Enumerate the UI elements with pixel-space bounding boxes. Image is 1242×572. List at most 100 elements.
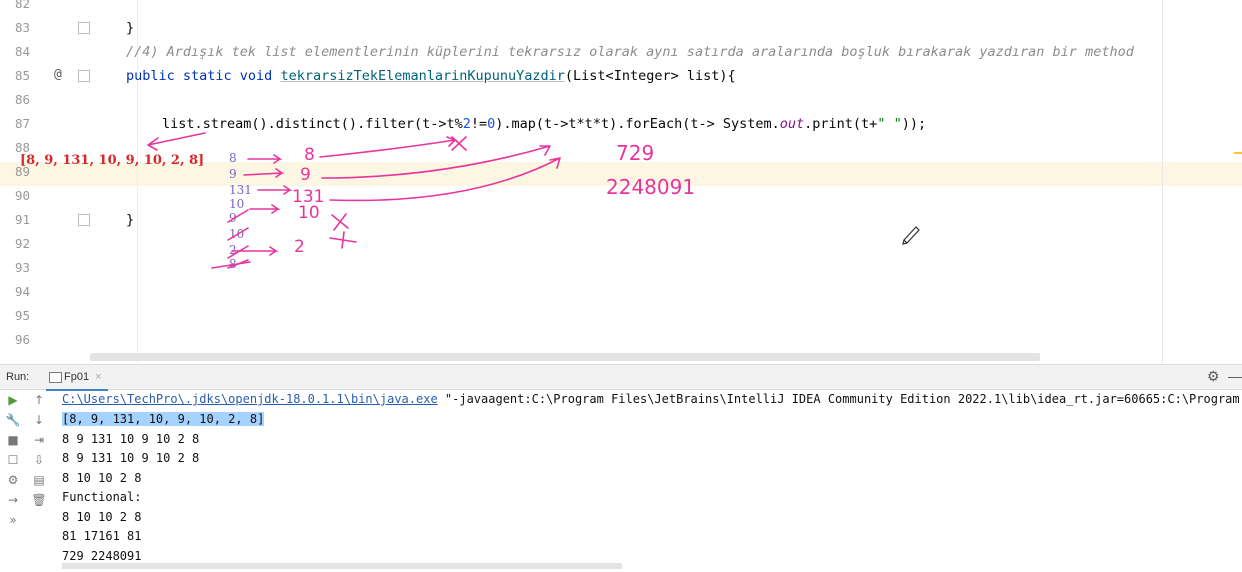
- close-icon[interactable]: ×: [95, 371, 101, 383]
- strike-9: [227, 209, 249, 223]
- code-static-field: out: [779, 116, 805, 132]
- line-number: 84: [14, 44, 30, 59]
- scroll-end-icon[interactable]: ⇩: [28, 453, 50, 467]
- code-segment: ));: [901, 116, 927, 132]
- line-number: 92: [14, 236, 30, 251]
- more-icon[interactable]: »: [2, 513, 24, 527]
- annotation-strokes: [147, 132, 561, 269]
- run-tool-window[interactable]: Run: Fp01 × ⚙ — ▶ 🔧 ■ ☐ ⚙ → » ↑ ↓ ⇥ ⇩ ▤ 🗑 C:\Users\T…: [0, 364, 1242, 572]
- code-number: 2: [462, 116, 471, 132]
- wrench-icon[interactable]: 🔧: [2, 413, 24, 427]
- exit-icon[interactable]: →: [2, 493, 24, 507]
- code-editor[interactable]: 82 83 84 85 86 87 88 89 90 91 92 93 94 95 96 @ } //4) …: [0, 0, 1242, 364]
- arrow-left-6: [211, 261, 251, 269]
- annotation-mid-value: 131: [292, 187, 324, 207]
- strike-8: [227, 259, 249, 269]
- console-line: 8 9 131 10 9 10 2 8: [62, 451, 199, 465]
- strike-2: [227, 245, 249, 259]
- code-line-84-comment[interactable]: //4) Ardışık tek list elementlerinin küp…: [126, 44, 1134, 60]
- keywords: public static void: [126, 68, 281, 84]
- code-segment: ).map(t->t*t*t).forEach(t-> System.: [495, 116, 780, 132]
- method-params: (List<Integer> list){: [564, 68, 736, 84]
- arrow-left-5: [231, 246, 279, 256]
- console-line: 729 2248091: [62, 549, 141, 563]
- trash-icon[interactable]: 🗑: [28, 493, 50, 507]
- soft-wrap-icon[interactable]: ⇥: [28, 433, 50, 447]
- gear-icon[interactable]: ⚙: [1207, 368, 1220, 385]
- console-command-line[interactable]: C:\Users\TechPro\.jdks\openjdk-18.0.1.1\…: [62, 392, 1242, 406]
- arrow-left-4: [249, 204, 281, 214]
- console-line-text: 81 17161 81: [62, 529, 142, 543]
- right-margin-guide: [1162, 0, 1163, 364]
- line-number: 88: [14, 140, 30, 155]
- rerun-icon[interactable]: ▶: [2, 393, 24, 407]
- line-number: 94: [14, 284, 30, 299]
- annotation-left-value: 10: [229, 197, 244, 211]
- current-line-highlight: [0, 162, 1242, 186]
- tab-fp01[interactable]: Fp01 ×: [46, 365, 108, 391]
- annotation-left-value: 10: [229, 227, 244, 241]
- line-number: 89: [14, 164, 30, 179]
- line-number: 91: [14, 212, 30, 227]
- camera-icon[interactable]: ☐: [2, 453, 24, 467]
- x-mark-3: [329, 231, 357, 249]
- code-segment: !=: [470, 116, 488, 132]
- console-line-text: 8 10 10 2 8: [62, 470, 142, 485]
- code-line-87[interactable]: list.stream().distinct().filter(t->t%2!=…: [162, 116, 926, 132]
- annotation-left-value: 8: [229, 257, 237, 271]
- x-mark-1: [451, 136, 467, 151]
- print-icon[interactable]: ▤: [28, 473, 50, 487]
- annotation-left-value: 9: [229, 211, 237, 225]
- override-gutter-icon[interactable]: @: [54, 67, 62, 82]
- editor-horizontal-scrollbar[interactable]: [90, 353, 1040, 361]
- code-line-83[interactable]: }: [126, 20, 134, 36]
- curve-8-to-x: [319, 136, 459, 158]
- arrow-to-label: [147, 132, 206, 151]
- fold-marker-icon[interactable]: [78, 70, 90, 82]
- line-number: 86: [14, 92, 30, 107]
- strike-10: [227, 227, 249, 241]
- warning-stripe-mark: [1234, 152, 1242, 154]
- fold-marker-icon[interactable]: [78, 214, 90, 226]
- fold-marker-icon[interactable]: [78, 22, 90, 34]
- line-number: 87: [14, 116, 30, 131]
- console-line: Functional:: [62, 490, 141, 504]
- java-path-link[interactable]: C:\Users\TechPro\.jdks\openjdk-18.0.1.1\…: [62, 392, 438, 406]
- line-number: 96: [14, 332, 30, 347]
- console-line: 8 10 10 2 8: [62, 471, 141, 485]
- console-line-text: 8 10 10 2 8: [62, 509, 142, 524]
- console-line-text: [8, 9, 131, 10, 9, 10, 2, 8]: [62, 412, 265, 426]
- console-line-text: 8 9 131 10 9 10 2 8: [62, 451, 200, 465]
- console-line: [8, 9, 131, 10, 9, 10, 2, 8]: [62, 412, 265, 426]
- code-segment: .print(t+: [804, 116, 878, 132]
- line-number: 95: [14, 308, 30, 323]
- pencil-cursor-icon: [902, 226, 920, 245]
- line-number: 85: [14, 68, 30, 83]
- scroll-up-icon[interactable]: ↑: [28, 393, 50, 407]
- method-name: tekrarsizTekElemanlarinKupunuYazdir: [280, 68, 565, 84]
- arrow-left-3: [257, 185, 293, 195]
- line-number: 90: [14, 188, 30, 203]
- console-line-text: Functional:: [62, 490, 142, 504]
- console-line: 8 10 10 2 8: [62, 510, 141, 524]
- code-line-85[interactable]: public static void tekrarsizTekElemanlar…: [126, 68, 736, 84]
- code-line-91[interactable]: }: [126, 212, 134, 228]
- line-number: 93: [14, 260, 30, 275]
- code-segment: list.stream().distinct().filter(t->t%: [162, 116, 463, 132]
- annotation-mid-value: 2: [294, 237, 305, 257]
- x-mark-2: [331, 213, 349, 231]
- run-label: Run:: [6, 371, 30, 383]
- stop-icon[interactable]: ■: [2, 433, 24, 447]
- layout-icon[interactable]: ⚙: [2, 473, 24, 487]
- console-line: 81 17161 81: [62, 529, 141, 543]
- line-number: 83: [14, 20, 30, 35]
- tab-label: Fp01: [64, 371, 90, 383]
- annotation-mid-value: 10: [298, 203, 320, 223]
- console-line-text: 8 9 131 10 9 10 2 8: [62, 431, 200, 446]
- run-toolbar-left: ▶ 🔧 ■ ☐ ⚙ → »: [2, 389, 24, 572]
- scroll-down-icon[interactable]: ↓: [28, 413, 50, 427]
- console-horizontal-scrollbar[interactable]: [62, 563, 622, 569]
- minimize-icon[interactable]: —: [1228, 368, 1242, 384]
- command-args: "-javaagent:C:\Program Files\JetBrains\I…: [437, 392, 1242, 406]
- annotation-left-value: 2: [229, 243, 237, 257]
